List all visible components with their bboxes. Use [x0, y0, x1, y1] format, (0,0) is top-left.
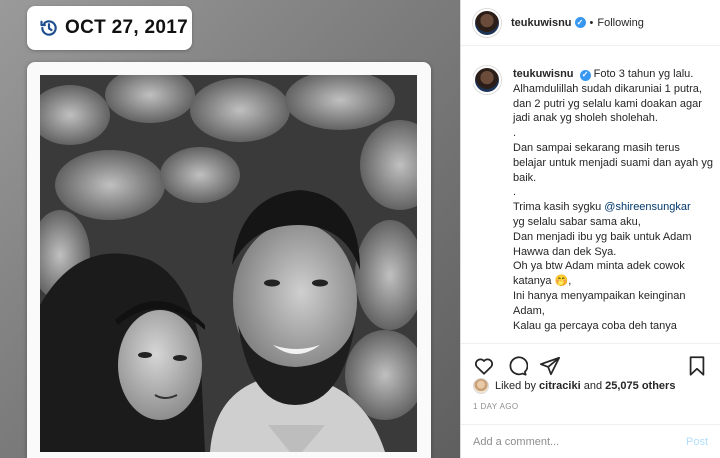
post-timestamp[interactable]: 1 DAY AGO — [473, 402, 519, 411]
avatar[interactable] — [473, 8, 501, 37]
date-badge: OCT 27, 2017 — [27, 6, 192, 50]
caption-avatar[interactable] — [473, 66, 501, 94]
caption-line: Ini hanya menyampaikan keinginan Adam, — [513, 289, 686, 317]
caption-line: . — [513, 186, 517, 199]
heart-icon[interactable] — [473, 355, 495, 377]
following-button[interactable]: Following — [597, 17, 643, 29]
comment-icon[interactable] — [506, 355, 528, 377]
likes-count[interactable]: 25,075 others — [605, 380, 675, 392]
caption-line: yg selalu sabar sama aku, — [513, 215, 641, 228]
post-button[interactable]: Post — [686, 436, 708, 448]
caption-text: teukuwisnu ✓ Foto 3 tahun yg lalu. Alham… — [513, 58, 714, 333]
photo-frame — [27, 62, 431, 458]
comment-bar: Post — [461, 424, 720, 458]
caption-line: Trima kasih sygku — [513, 201, 605, 214]
caption-line: Dan sampai sekarang masih terus belajar … — [513, 141, 713, 184]
media-panel: OCT 27, 2017 — [0, 0, 461, 458]
likes-prefix: Liked by — [495, 380, 536, 392]
date-text: OCT 27, 2017 — [65, 17, 188, 38]
post-photo[interactable] — [40, 75, 417, 452]
liker-avatar[interactable] — [473, 378, 489, 394]
comment-input[interactable] — [473, 435, 686, 448]
comments-panel: teukuwisnu ✓ • Following teukuwisnu ✓ Fo… — [461, 0, 720, 458]
liker-username[interactable]: citraciki — [539, 380, 581, 392]
bookmark-icon[interactable] — [686, 355, 708, 377]
caption-username[interactable]: teukuwisnu — [513, 68, 574, 80]
send-icon[interactable] — [539, 355, 561, 377]
caption-line: Alhamdulillah sudah dikaruniai 1 putra, … — [513, 82, 702, 125]
likes-conj: and — [583, 380, 603, 392]
verified-badge-icon: ✓ — [574, 17, 586, 28]
caption-line: Kalau ga percaya coba deh tanya — [513, 319, 677, 332]
action-bar — [461, 343, 720, 379]
mention-link[interactable]: @shireensungkar — [604, 201, 690, 213]
caption-line: Oh ya btw Adam minta adek cowok katanya … — [513, 260, 685, 288]
caption-line: Foto 3 tahun yg lalu. — [593, 68, 694, 80]
likes-summary: Liked by citraciki and 25,075 others — [473, 378, 675, 394]
post-header: teukuwisnu ✓ • Following — [461, 0, 720, 46]
caption-line: Dan menjadi ibu yg baik untuk Adam Hawwa… — [513, 230, 692, 258]
history-icon — [39, 18, 59, 38]
verified-badge-icon: ✓ — [579, 69, 591, 81]
separator-dot: • — [589, 16, 594, 29]
header-username[interactable]: teukuwisnu — [511, 17, 572, 29]
caption-line: . — [513, 127, 517, 140]
caption-area: teukuwisnu ✓ Foto 3 tahun yg lalu. Alham… — [473, 58, 714, 340]
